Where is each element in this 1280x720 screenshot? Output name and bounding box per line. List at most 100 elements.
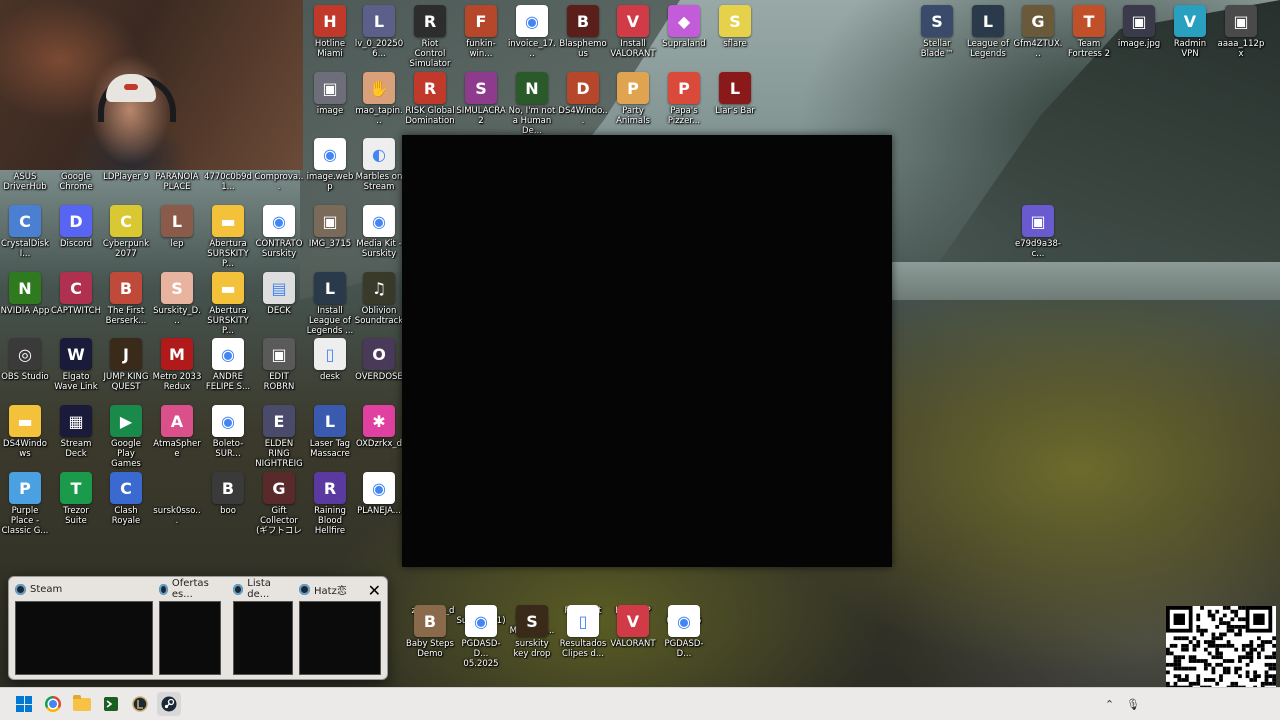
desktop-icon[interactable]: Bboo (203, 472, 253, 538)
desktop-icon[interactable]: W Elgato Wave Link (51, 338, 101, 404)
desktop-icon[interactable]: C Clash Royale (101, 472, 151, 538)
desktop-icon-label: Comprova... (254, 172, 304, 192)
desktop-icon[interactable]: ▣ image (305, 72, 355, 138)
desktop-icon[interactable]: ◉ PLANEJA... (354, 472, 404, 538)
black-window[interactable] (402, 135, 892, 567)
desktop-icon[interactable]: ▣ EDIT ROBRN (254, 338, 304, 404)
desktop-icon[interactable]: L Install League of Legends ... (305, 272, 355, 338)
desktop-icon[interactable]: ▯ Resultados Clipes d... (558, 605, 608, 671)
desktop-icon[interactable]: R Raining Blood Hellfire (305, 472, 355, 538)
desktop-icon[interactable]: ◉ invoice_17... (507, 5, 557, 71)
desktop-icon[interactable]: ▯ desk (305, 338, 355, 404)
desktop-icon[interactable]: ▶Google Play Games Beta (101, 405, 151, 471)
desktop-icon[interactable]: R RISK Global Domination (405, 72, 455, 138)
desktop-icon[interactable]: 4770c0b9d1... (203, 138, 253, 204)
desktop-icon-image: S (161, 272, 193, 304)
desktop-icon[interactable]: ▣ image.jpg (1114, 5, 1164, 71)
desktop-icon[interactable]: sursk0sso... (152, 472, 202, 538)
desktop-icon[interactable]: N NVIDIA App (0, 272, 50, 338)
desktop-icon[interactable]: A AtmaSphere (152, 405, 202, 471)
desktop-icon[interactable]: ◉ CONTRATO Surskity (254, 205, 304, 271)
start-button[interactable] (12, 692, 36, 716)
desktop-icon[interactable]: ◉ image.webp (305, 138, 355, 204)
desktop-icon-label: JUMP KING QUEST (103, 372, 149, 392)
thumbnail-window[interactable]: Lista de... (233, 578, 293, 675)
terminal-icon (104, 697, 118, 711)
desktop-icon[interactable]: C CrystalDiskI... (0, 205, 50, 271)
desktop-icon[interactable]: B Blasphemous (558, 5, 608, 71)
desktop-icon[interactable]: EELDEN RING NIGHTREIGN (254, 405, 304, 471)
desktop-icon[interactable]: L Laser Tag Massacre (305, 405, 355, 471)
desktop-icon[interactable]: ▤ DECK (254, 272, 304, 338)
desktop-icon[interactable]: ♫ Oblivion Soundtrack (354, 272, 404, 338)
desktop-icon[interactable]: ◉PGDASD-D... 05.2025 Ven... (456, 605, 506, 671)
desktop-icon[interactable]: ✋ mao_tapin... (354, 72, 404, 138)
close-icon[interactable]: ✕ (368, 581, 381, 600)
desktop-icon[interactable]: Comprova... (254, 138, 304, 204)
taskbar-explorer-button[interactable] (70, 692, 94, 716)
desktop-icon[interactable]: L Liar's Bar (710, 72, 760, 138)
desktop-icon[interactable]: V Radmin VPN (1165, 5, 1215, 71)
desktop-icon[interactable]: B Baby Steps Demo (405, 605, 455, 671)
taskbar-chrome-button[interactable] (41, 692, 65, 716)
desktop-icon-image (567, 572, 599, 604)
desktop-icon[interactable]: Llep (152, 205, 202, 271)
desktop-icon[interactable]: D Discord (51, 205, 101, 271)
desktop-icon[interactable]: Google Chrome (51, 138, 101, 204)
desktop-icon[interactable]: B The First Berserk... (101, 272, 151, 338)
desktop-icon[interactable]: O OVERDOSE (354, 338, 404, 404)
taskbar-terminal-button[interactable] (99, 692, 123, 716)
desktop-icon[interactable]: C CAPTWITCH (51, 272, 101, 338)
desktop-icon[interactable]: V VALORANT (608, 605, 658, 671)
desktop-icon[interactable]: ◎ OBS Studio (0, 338, 50, 404)
desktop-icon[interactable]: V Install VALORANT (608, 5, 658, 71)
desktop-icon[interactable]: ◉ PGDASD-D... (659, 605, 709, 671)
taskbar-league-button[interactable] (128, 692, 152, 716)
desktop-icon[interactable]: Ffunkin-win... (456, 5, 506, 71)
desktop-icon[interactable]: RRiot Control Simulator ... (405, 5, 455, 71)
taskbar-steam-button[interactable] (157, 692, 181, 716)
desktop-icon[interactable]: ◐ Marbles on Stream (354, 138, 404, 204)
desktop-icon[interactable]: ◉ Media Kit - Surskity (354, 205, 404, 271)
desktop-icon[interactable]: D DS4Windo... (558, 72, 608, 138)
desktop-icon[interactable]: ▦ Stream Deck (51, 405, 101, 471)
desktop-icon[interactable]: S Stellar Blade™ (912, 5, 962, 71)
desktop-icon[interactable]: C Cyberpunk 2077 (101, 205, 151, 271)
desktop-icon[interactable]: ASUS DriverHub (0, 138, 50, 204)
desktop-icon[interactable]: H Hotline Miami (305, 5, 355, 71)
thumbnail-window[interactable]: Ofertas es... (159, 578, 221, 675)
desktop-icon[interactable]: L League of Legends (963, 5, 1013, 71)
desktop-icon[interactable]: N No, I'm not a Human De... (507, 72, 557, 138)
desktop-icon[interactable]: PARANOIA PLACE (152, 138, 202, 204)
desktop-icon[interactable]: P Purple Place - Classic G... (0, 472, 50, 538)
desktop-icon[interactable]: M Metro 2033 Redux (152, 338, 202, 404)
desktop-icon[interactable]: LDPlayer 9 (101, 138, 151, 204)
desktop-icon[interactable]: ▣ IMG_3715 (305, 205, 355, 271)
desktop-icon[interactable]: GGift Collector (ギフトコレク... (254, 472, 304, 538)
chevron-up-icon[interactable]: ⌃ (1105, 698, 1114, 711)
thumbnail-window[interactable]: Steam (15, 581, 153, 675)
desktop-icon[interactable]: ◉ ANDRE FELIPE S... (203, 338, 253, 404)
desktop-icon[interactable]: ▣ e79d9a38-c... (1013, 205, 1063, 271)
desktop-icon[interactable]: G Gfm4ZTUX... (1013, 5, 1063, 71)
microphone-icon[interactable]: 🎙 (1126, 698, 1140, 711)
desktop-icon[interactable]: T Trezor Suite (51, 472, 101, 538)
desktop-icon[interactable]: T Team Fortress 2 (1064, 5, 1114, 71)
desktop-icon[interactable]: S Surskity_D... (152, 272, 202, 338)
desktop-icon[interactable]: J JUMP KING QUEST (101, 338, 151, 404)
desktop-icon[interactable]: P Papa's Pizzer... (659, 72, 709, 138)
desktop-icon[interactable]: S SIMULACRA 2 (456, 72, 506, 138)
desktop-icon[interactable]: Llv_0_202506... (354, 5, 404, 71)
desktop-icon[interactable]: Ssflare (710, 5, 760, 71)
desktop-icon[interactable]: ◆ Supraland (659, 5, 709, 71)
desktop-icon[interactable]: ▣ aaaa_112px (1216, 5, 1266, 71)
desktop-icon-label: desk (320, 372, 340, 382)
desktop-icon[interactable]: ▬ Abertura SURSKITY P... (203, 205, 253, 271)
desktop-icon[interactable]: ✱ OXDzrkx_d (354, 405, 404, 471)
desktop-icon[interactable]: P Party Animals (608, 72, 658, 138)
desktop-icon[interactable]: ▬ Abertura SURSKITY P... (203, 272, 253, 338)
desktop-icon[interactable]: ▬ DS4Windows (0, 405, 50, 471)
desktop-icon[interactable]: ◉ Boleto-SUR... (203, 405, 253, 471)
desktop-icon-image: P (617, 72, 649, 104)
desktop-icon[interactable]: Ssurskity key drop (507, 605, 557, 671)
